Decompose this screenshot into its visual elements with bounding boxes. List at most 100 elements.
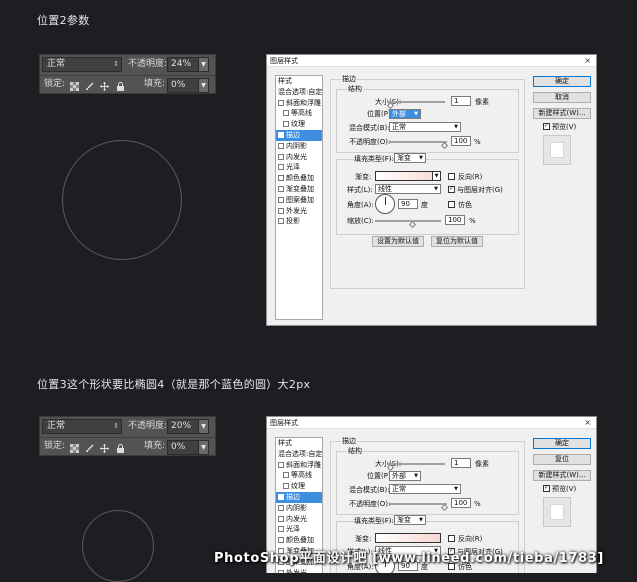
- style-item-stroke[interactable]: 描边: [276, 129, 322, 141]
- size-input[interactable]: 1: [451, 458, 471, 468]
- size-slider-track[interactable]: [387, 463, 445, 465]
- checkbox-icon[interactable]: [283, 110, 289, 117]
- checkbox-icon[interactable]: [278, 218, 284, 225]
- checkbox-checked-icon[interactable]: [278, 493, 284, 500]
- checkbox-icon[interactable]: [278, 537, 284, 544]
- style-select[interactable]: 线性 ▼: [375, 184, 441, 194]
- lock-transparency-icon[interactable]: [70, 82, 79, 91]
- checkbox-icon[interactable]: [283, 483, 289, 490]
- opacity-input[interactable]: 100: [451, 498, 471, 508]
- opacity-input[interactable]: 24%: [167, 57, 199, 72]
- gradient-swatch[interactable]: [375, 533, 441, 543]
- preview-checkbox[interactable]: [543, 484, 550, 492]
- ok-button[interactable]: 确定: [533, 438, 591, 449]
- scale-input[interactable]: 100: [445, 215, 465, 225]
- style-item-inner-shadow[interactable]: 内阴影: [276, 141, 322, 152]
- style-item-stroke[interactable]: 描边: [276, 491, 322, 503]
- reverse-checkbox[interactable]: [448, 173, 455, 180]
- checkbox-icon[interactable]: [278, 515, 284, 522]
- fill-slider-button[interactable]: ▼: [198, 440, 209, 455]
- chevron-down-icon[interactable]: ▼: [432, 171, 441, 181]
- style-item-blending[interactable]: 混合选项:自定: [276, 449, 322, 460]
- style-item-outer-glow[interactable]: 外发光: [276, 206, 322, 217]
- style-item-inner-glow[interactable]: 内发光: [276, 514, 322, 525]
- checkbox-checked-icon[interactable]: [278, 131, 284, 138]
- close-icon[interactable]: ×: [584, 417, 591, 429]
- ok-button[interactable]: 确定: [533, 76, 591, 87]
- style-item-inner-glow[interactable]: 内发光: [276, 152, 322, 163]
- style-item-color-overlay[interactable]: 颜色叠加: [276, 173, 322, 184]
- lock-icon[interactable]: [116, 444, 125, 453]
- preview-checkbox[interactable]: [543, 122, 550, 130]
- close-icon[interactable]: ×: [584, 55, 591, 67]
- checkbox-icon[interactable]: [278, 164, 284, 171]
- reverse-checkbox[interactable]: [448, 535, 455, 542]
- brush-icon[interactable]: [85, 444, 94, 453]
- style-item-pattern-overlay[interactable]: 图案叠加: [276, 195, 322, 206]
- style-item-bevel[interactable]: 斜面和浮雕: [276, 98, 322, 109]
- checkbox-icon[interactable]: [278, 142, 284, 149]
- checkbox-icon[interactable]: [278, 569, 284, 573]
- style-item-blending[interactable]: 混合选项:自定: [276, 87, 322, 98]
- position-dropdown[interactable]: 外部 ▼: [389, 471, 421, 481]
- angle-dial[interactable]: [375, 194, 395, 214]
- style-item-contour[interactable]: 等高线: [276, 470, 322, 481]
- style-item-satin[interactable]: 光泽: [276, 524, 322, 535]
- fill-slider-button[interactable]: ▼: [198, 78, 209, 93]
- blend-mode-dropdown[interactable]: 正常 ⇕: [42, 419, 122, 434]
- dither-checkbox[interactable]: [448, 201, 455, 208]
- checkbox-icon[interactable]: [278, 175, 284, 182]
- opacity-slider-button[interactable]: ▼: [198, 57, 209, 72]
- style-item-bevel[interactable]: 斜面和浮雕: [276, 460, 322, 471]
- move-icon[interactable]: [100, 82, 109, 91]
- checkbox-icon[interactable]: [278, 526, 284, 533]
- style-item-satin[interactable]: 光泽: [276, 162, 322, 173]
- fill-type-select[interactable]: 渐变 ▼: [394, 153, 426, 163]
- blend-mode-dropdown[interactable]: 正常 ⇕: [42, 57, 122, 72]
- style-item-outer-glow[interactable]: 外发光: [276, 568, 322, 573]
- checkbox-icon[interactable]: [278, 207, 284, 214]
- opacity-slider-track[interactable]: [389, 503, 447, 505]
- size-input[interactable]: 1: [451, 96, 471, 106]
- opacity-input[interactable]: 20%: [167, 419, 199, 434]
- styles-header[interactable]: 样式: [276, 438, 322, 449]
- reset-default-button[interactable]: 复位为默认值: [431, 236, 483, 247]
- cancel-button[interactable]: 取消: [533, 92, 591, 103]
- styles-header[interactable]: 样式: [276, 76, 322, 87]
- checkbox-icon[interactable]: [278, 461, 284, 468]
- checkbox-icon[interactable]: [278, 153, 284, 160]
- opacity-slider-button[interactable]: ▼: [198, 419, 209, 434]
- position-dropdown[interactable]: 外部 ▼: [389, 109, 421, 119]
- opacity-input[interactable]: 100: [451, 136, 471, 146]
- checkbox-icon[interactable]: [283, 472, 289, 479]
- opacity-slider-track[interactable]: [389, 141, 447, 143]
- style-item-gradient-overlay[interactable]: 渐变叠加: [276, 184, 322, 195]
- fill-type-select[interactable]: 渐变 ▼: [394, 515, 426, 525]
- fill-input[interactable]: 0%: [167, 440, 199, 455]
- style-item-drop-shadow[interactable]: 投影: [276, 216, 322, 227]
- align-checkbox[interactable]: [448, 185, 455, 193]
- move-icon[interactable]: [100, 444, 109, 453]
- brush-icon[interactable]: [85, 82, 94, 91]
- checkbox-icon[interactable]: [278, 196, 284, 203]
- blend-mode-select[interactable]: 正常 ▼: [389, 484, 461, 494]
- set-default-button[interactable]: 设置为默认值: [372, 236, 424, 247]
- new-style-button[interactable]: 新建样式(W)...: [533, 470, 591, 481]
- angle-input[interactable]: 90: [398, 199, 418, 209]
- fill-input[interactable]: 0%: [167, 78, 199, 93]
- style-item-texture[interactable]: 纹理: [276, 481, 322, 492]
- size-slider-track[interactable]: [387, 101, 445, 103]
- lock-icon[interactable]: [116, 82, 125, 91]
- style-item-color-overlay[interactable]: 颜色叠加: [276, 535, 322, 546]
- checkbox-icon[interactable]: [278, 504, 284, 511]
- reset-button[interactable]: 复位: [533, 454, 591, 465]
- lock-transparency-icon[interactable]: [70, 444, 79, 453]
- blend-mode-select[interactable]: 正常 ▼: [389, 122, 461, 132]
- style-item-texture[interactable]: 纹理: [276, 119, 322, 130]
- checkbox-icon[interactable]: [283, 121, 289, 128]
- checkbox-icon[interactable]: [278, 99, 284, 106]
- new-style-button[interactable]: 新建样式(W)...: [533, 108, 591, 119]
- style-item-inner-shadow[interactable]: 内阴影: [276, 503, 322, 514]
- checkbox-icon[interactable]: [278, 185, 284, 192]
- scale-slider-track[interactable]: [375, 220, 441, 222]
